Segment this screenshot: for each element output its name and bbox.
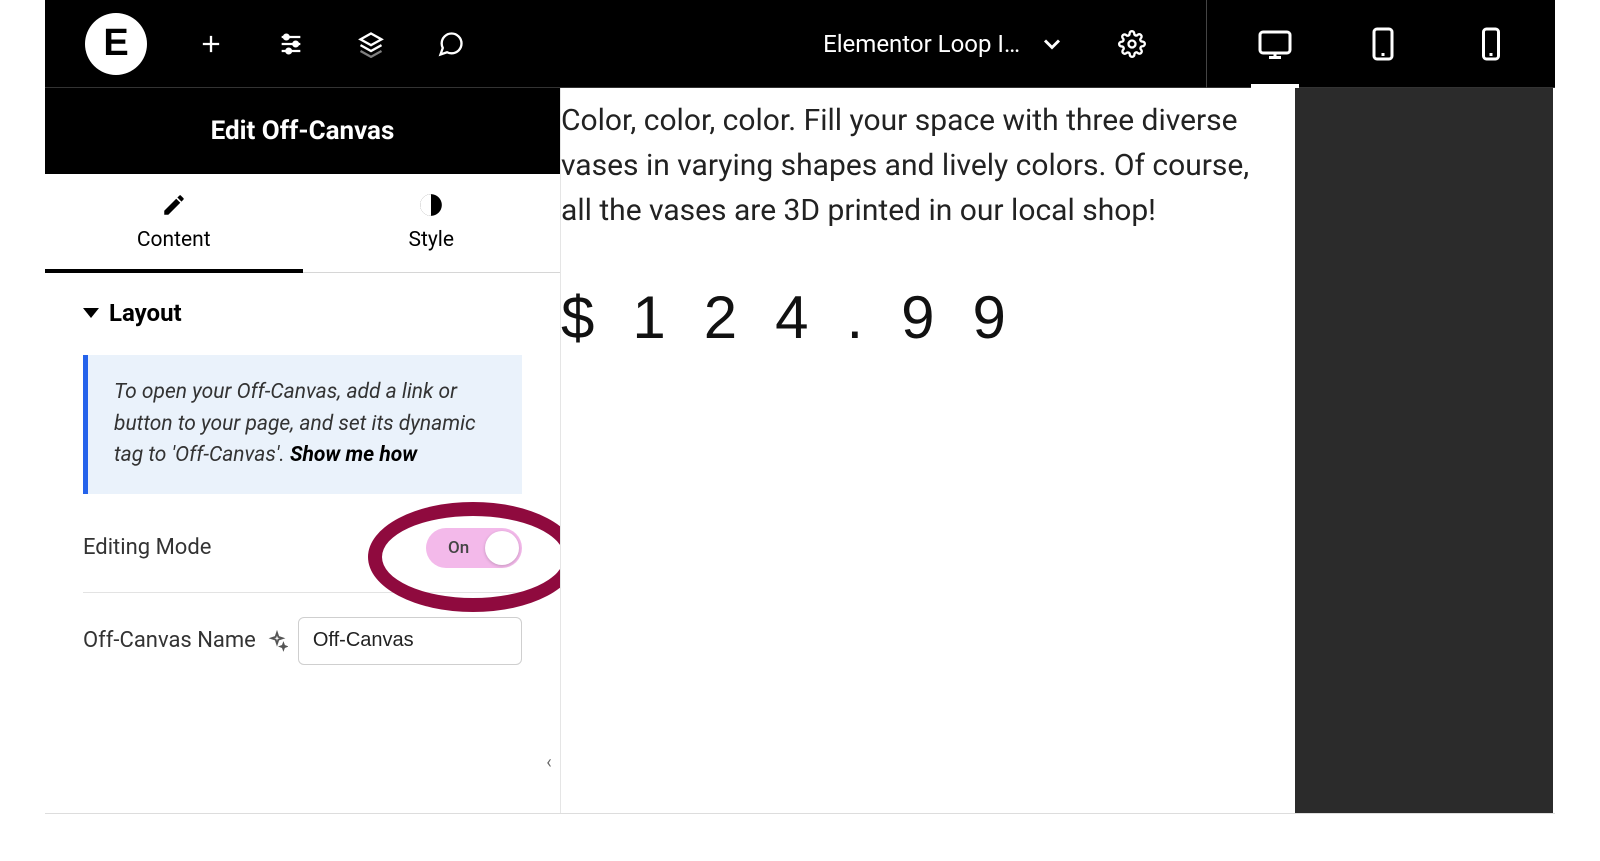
preview-canvas: Color, color, color. Fill your space wit… xyxy=(561,88,1555,813)
chevron-down-icon[interactable] xyxy=(1038,30,1066,58)
off-canvas-name-label: Off-Canvas Name xyxy=(83,628,256,653)
editing-mode-toggle[interactable]: On xyxy=(426,528,522,568)
info-notice: To open your Off-Canvas, add a link or b… xyxy=(83,355,522,494)
product-price: $124.99 xyxy=(561,273,1285,363)
editor-sidebar: Edit Off-Canvas Content Style Layout To … xyxy=(45,88,561,813)
off-canvas-name-input[interactable] xyxy=(298,617,522,665)
add-element-button[interactable] xyxy=(195,28,227,60)
sidebar-title: Edit Off-Canvas xyxy=(45,88,560,174)
toggle-state-label: On xyxy=(448,538,469,558)
canvas-overflow-area xyxy=(1295,88,1553,813)
tab-style[interactable]: Style xyxy=(303,174,561,272)
info-link[interactable]: Show me how xyxy=(290,443,417,467)
site-settings-icon[interactable] xyxy=(275,28,307,60)
topbar: E Elementor Loop I… xyxy=(45,0,1555,88)
panel-collapse-button[interactable]: ‹ xyxy=(537,741,561,783)
toggle-knob xyxy=(485,531,519,565)
comment-icon[interactable] xyxy=(435,28,467,60)
tab-content-label: Content xyxy=(137,228,211,252)
gear-icon[interactable] xyxy=(1116,28,1148,60)
tab-content[interactable]: Content xyxy=(45,174,303,272)
tab-style-label: Style xyxy=(408,228,454,252)
section-label: Layout xyxy=(109,299,182,327)
product-description: Color, color, color. Fill your space wit… xyxy=(561,98,1285,233)
elementor-logo[interactable]: E xyxy=(85,13,147,75)
collapse-caret-icon xyxy=(83,308,99,318)
device-mobile-button[interactable] xyxy=(1471,24,1511,64)
section-layout-header[interactable]: Layout xyxy=(83,299,522,327)
structure-icon[interactable] xyxy=(355,28,387,60)
document-title[interactable]: Elementor Loop I… xyxy=(823,30,1020,58)
device-desktop-button[interactable] xyxy=(1255,24,1295,64)
divider xyxy=(1206,0,1207,88)
device-tablet-button[interactable] xyxy=(1363,24,1403,64)
ai-sparkle-icon[interactable] xyxy=(266,630,288,652)
editing-mode-label: Editing Mode xyxy=(83,535,211,560)
